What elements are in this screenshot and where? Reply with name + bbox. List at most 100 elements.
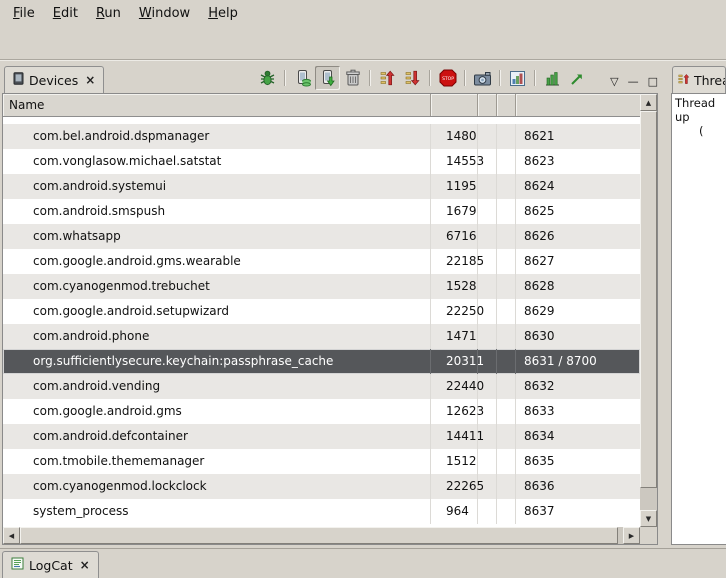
column-header-pid[interactable] [431, 94, 478, 116]
table-row[interactable]: com.android.defcontainer144118634 [3, 424, 640, 449]
cell-pid: 1512 [431, 449, 478, 474]
devices-tabbar: Devices × [2, 62, 664, 93]
table-row[interactable]: com.whatsapp67168626 [3, 224, 640, 249]
cell-blank [497, 499, 516, 524]
cell-blank [497, 224, 516, 249]
menu-run[interactable]: Run [87, 1, 130, 26]
cell-blank [478, 349, 497, 374]
device-icon [13, 72, 24, 88]
table-row[interactable]: com.google.android.setupwizard22250 8629 [3, 299, 640, 324]
devices-view: Devices × [2, 62, 664, 545]
column-header-blank2[interactable] [497, 94, 516, 116]
table-row[interactable]: com.vonglasow.michael.satstat145538623 [3, 149, 640, 174]
cell-name: com.bel.android.dspmanager [3, 124, 431, 149]
cell-blank [497, 399, 516, 424]
scroll-right-icon[interactable]: ▶ [623, 527, 640, 544]
menu-edit[interactable]: Edit [44, 1, 87, 26]
view-menu-icon[interactable]: ▽ [610, 76, 618, 87]
screen-capture-icon[interactable] [470, 66, 495, 90]
cell-blank [478, 274, 497, 299]
scrollbar-horizontal[interactable]: ◀ ▶ [3, 527, 640, 544]
cell-blank [497, 174, 516, 199]
system-info-icon[interactable] [505, 66, 530, 90]
toolbar-separator [464, 70, 466, 86]
table-row[interactable]: com.google.android.gms126238633 [3, 399, 640, 424]
scrollbar-vertical[interactable]: ▲ ▼ [640, 94, 657, 527]
cell-pid: 1480 [431, 124, 478, 149]
cell-pid: 1471 [431, 324, 478, 349]
devices-table: Name com.bel.android.dspmanager14808621 … [2, 93, 658, 545]
table-row[interactable]: system_process9648637 [3, 499, 640, 524]
table-row[interactable]: com.cyanogenmod.trebuchet15288628 [3, 274, 640, 299]
cell-name: com.google.android.gms [3, 399, 431, 424]
scrollbar-vertical-thumb[interactable] [640, 111, 657, 488]
cell-name: com.android.phone [3, 324, 431, 349]
table-row[interactable]: com.android.smspush16798625 [3, 199, 640, 224]
cell-blank [478, 399, 497, 424]
table-row[interactable]: com.google.android.gms.wearable221858627 [3, 249, 640, 274]
threads-tabbar: Threa [671, 62, 726, 93]
cell-blank [497, 274, 516, 299]
column-header-name[interactable]: Name [3, 94, 431, 116]
cell-blank [478, 249, 497, 274]
cell-name: com.google.android.gms.wearable [3, 249, 431, 274]
stop-process-icon[interactable]: STOP [435, 66, 460, 90]
dump-hprof-icon[interactable] [315, 66, 340, 90]
table-row[interactable]: com.tmobile.thememanager15128635 [3, 449, 640, 474]
cell-pid: 964 [431, 499, 478, 524]
cell-port: 8636 [516, 474, 640, 499]
column-header-blank1[interactable] [478, 94, 497, 116]
cell-port: 8631 / 8700 [516, 349, 640, 374]
workbench-area: Devices × [0, 61, 726, 547]
close-icon[interactable]: × [80, 558, 90, 572]
tab-threads[interactable]: Threa [672, 66, 726, 93]
cell-name: org.sufficientlysecure.keychain:passphra… [3, 349, 431, 374]
cell-name: com.google.android.setupwizard [3, 299, 431, 324]
menu-help[interactable]: Help [199, 1, 247, 26]
tab-threads-label: Threa [694, 73, 726, 88]
cell-blank [497, 299, 516, 324]
scroll-down-icon[interactable]: ▼ [640, 510, 657, 527]
update-threads-icon[interactable] [375, 66, 400, 90]
cell-port: 8630 [516, 324, 640, 349]
cell-name: com.cyanogenmod.trebuchet [3, 274, 431, 299]
cell-blank [478, 199, 497, 224]
column-header-port[interactable] [516, 94, 640, 116]
cell-pid: 22265 [431, 474, 478, 499]
table-row-selected[interactable]: org.sufficientlysecure.keychain:passphra… [3, 349, 640, 374]
debug-process-icon[interactable] [255, 66, 280, 90]
tab-devices[interactable]: Devices × [4, 66, 104, 93]
cell-blank [497, 424, 516, 449]
maximize-icon[interactable]: □ [648, 76, 658, 87]
minimize-icon[interactable]: — [628, 76, 639, 87]
table-row[interactable]: com.cyanogenmod.lockclock222658636 [3, 474, 640, 499]
start-tracing-icon[interactable] [565, 66, 590, 90]
scrollbar-horizontal-thumb[interactable] [20, 527, 618, 544]
close-icon[interactable]: × [85, 73, 95, 87]
cell-port: 8623 [516, 149, 640, 174]
cell-port: 8632 [516, 374, 640, 399]
network-stats-icon[interactable] [540, 66, 565, 90]
table-row[interactable]: com.bel.android.dspmanager14808621 [3, 124, 640, 149]
table-row[interactable]: com.android.phone1471 8630 [3, 324, 640, 349]
table-body: com.bel.android.dspmanager14808621 com.v… [3, 117, 640, 527]
cell-blank [497, 349, 516, 374]
cause-gc-icon[interactable] [340, 66, 365, 90]
scroll-left-icon[interactable]: ◀ [3, 527, 20, 544]
tab-logcat[interactable]: LogCat × [2, 551, 99, 578]
menu-window[interactable]: Window [130, 1, 199, 26]
method-profiling-icon[interactable] [400, 66, 425, 90]
cell-pid: 22250 [431, 299, 478, 324]
cell-pid: 14553 [431, 149, 478, 174]
menu-file[interactable]: File [4, 1, 44, 26]
update-heap-icon[interactable] [290, 66, 315, 90]
cell-pid: 6716 [431, 224, 478, 249]
table-row[interactable]: com.android.vending224408632 [3, 374, 640, 399]
scroll-up-icon[interactable]: ▲ [640, 94, 657, 111]
cell-port: 8629 [516, 299, 640, 324]
cell-pid: 22185 [431, 249, 478, 274]
table-row[interactable]: com.android.systemui11958624 [3, 174, 640, 199]
cell-blank [478, 224, 497, 249]
cell-port: 8635 [516, 449, 640, 474]
scrollbar-corner [640, 527, 657, 544]
